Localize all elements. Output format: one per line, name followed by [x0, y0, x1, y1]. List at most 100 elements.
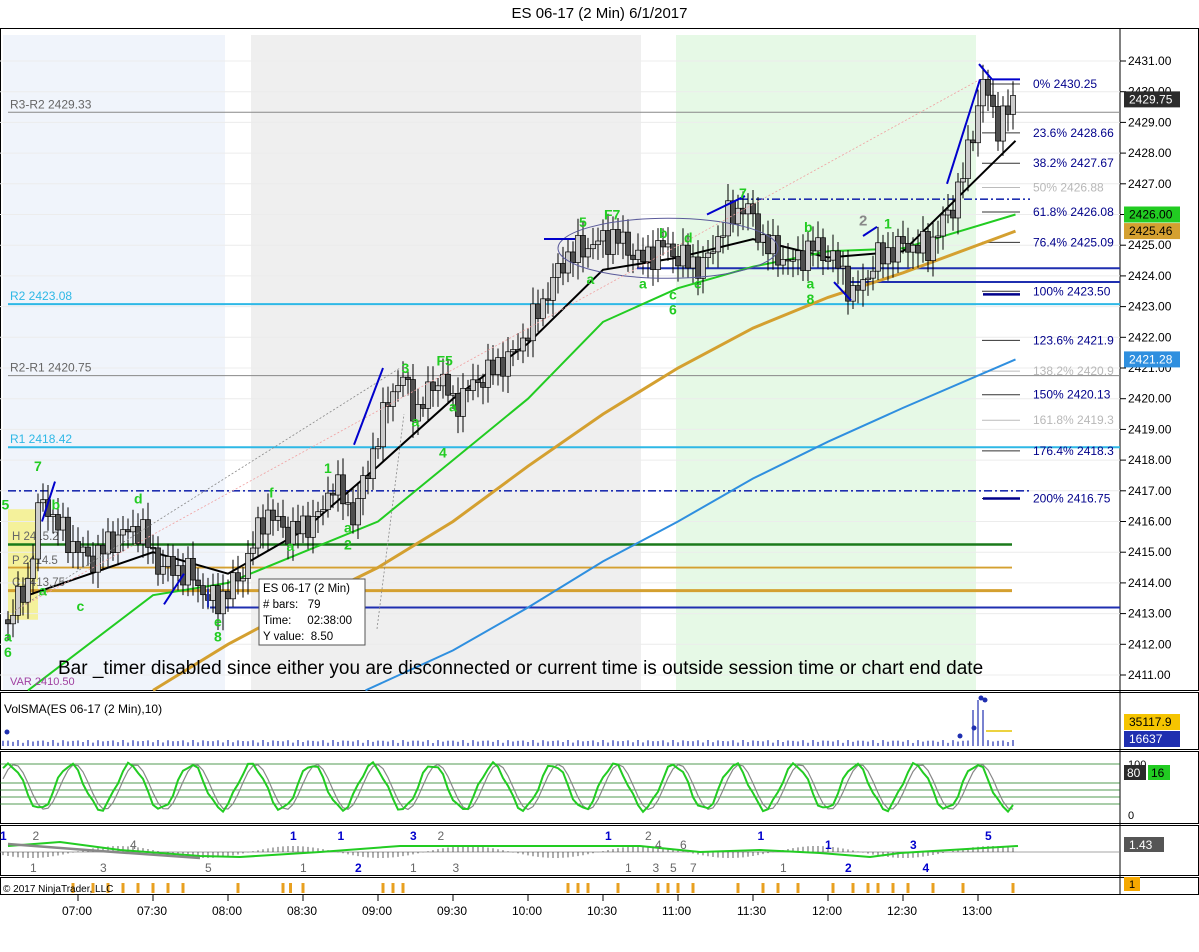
candle-body	[55, 514, 61, 531]
candle-body	[610, 229, 616, 255]
x-tick-label: 07:30	[137, 904, 167, 918]
candle-body	[875, 242, 881, 272]
candle-body	[590, 244, 596, 250]
event-tick	[566, 883, 570, 893]
wave-label: a	[39, 583, 47, 599]
info-box: ES 06-17 (2 Min) # bars: 79 Time: 02:38:…	[258, 578, 366, 646]
volume-tag-label: 16637	[1129, 732, 1163, 746]
event-tick	[151, 883, 155, 893]
wave-label: 4	[439, 444, 447, 460]
wave-label: d	[684, 230, 693, 246]
candle-body	[220, 590, 226, 615]
pivot-label: R1 2418.42	[10, 432, 72, 446]
y-tick-label: 2413.00	[1128, 607, 1172, 621]
candle-body	[1010, 95, 1016, 115]
candle-body	[915, 244, 921, 254]
x-tick-label: 12:30	[887, 904, 917, 918]
chart-area[interactable]: R3-R2 2429.33 R2 2423.08 R2-R1 2420.75 R1 2…	[0, 28, 1199, 952]
candle-body	[195, 579, 201, 586]
count-label: 3	[453, 861, 460, 875]
x-tick-label: 10:30	[587, 904, 617, 918]
event-tick	[136, 883, 140, 893]
candle-body	[840, 265, 846, 269]
pivot-label: R3-R2 2429.33	[10, 97, 92, 111]
y-tick-label: 2427.00	[1128, 177, 1172, 191]
wave-label: a	[587, 271, 595, 287]
fib-label: 38.2% 2427.67	[1033, 156, 1114, 170]
event-tick	[391, 883, 395, 893]
candle-body	[800, 250, 806, 271]
candle-body	[5, 619, 11, 625]
candle-body	[360, 475, 366, 499]
candle-body	[710, 251, 716, 254]
candle-body	[395, 385, 401, 393]
candle-body	[865, 277, 871, 281]
candle-body	[525, 337, 531, 342]
wave-label: b	[52, 497, 61, 513]
candle-body	[120, 529, 126, 536]
fib-label: 0% 2430.25	[1033, 77, 1097, 91]
volume-panel[interactable]	[0, 692, 1199, 750]
candle-body	[440, 373, 446, 387]
wave-label: d	[134, 490, 143, 506]
candle-body	[245, 553, 251, 579]
wave-label: b	[804, 219, 813, 235]
candle-body	[780, 259, 786, 266]
candle-body	[870, 270, 876, 279]
candle-body	[815, 237, 821, 252]
volume-tag-label: 35117.9	[1129, 715, 1172, 729]
candle-body	[25, 578, 31, 603]
candle-body	[30, 558, 36, 579]
candle-body	[330, 492, 336, 496]
x-tick-label: 08:30	[287, 904, 317, 918]
candle-body	[685, 244, 691, 269]
wave-count-panel[interactable]	[0, 825, 1199, 876]
candle-body	[960, 178, 966, 183]
x-tick-label: 09:00	[362, 904, 392, 918]
y-tick-label: 2420.00	[1128, 392, 1172, 406]
wave-label: a	[344, 520, 352, 536]
count-label: 1	[290, 829, 297, 843]
price-tag-label: 2425.46	[1129, 224, 1173, 238]
candle-body	[480, 382, 486, 388]
candle-body	[500, 357, 506, 377]
candle-body	[1000, 105, 1006, 142]
candle-body	[385, 402, 391, 407]
pivot-label: R2-R1 2420.75	[10, 361, 92, 375]
candle-body	[935, 235, 941, 238]
count-label: 6	[680, 838, 687, 852]
candle-body	[625, 231, 631, 256]
fib-label: 76.4% 2425.09	[1033, 235, 1114, 249]
event-tick	[691, 883, 695, 893]
candle-body	[295, 520, 301, 535]
count-label: 1	[338, 829, 345, 843]
fib-label: 123.6% 2421.9	[1033, 333, 1114, 347]
y-tick-label: 2417.00	[1128, 484, 1172, 498]
copyright: © 2017 NinjaTrader, LLC	[3, 884, 113, 895]
candle-body	[150, 547, 156, 550]
info-box-line: ES 06-17 (2 Min)	[263, 583, 350, 595]
event-tick	[281, 883, 285, 893]
candle-body	[655, 240, 661, 270]
count-tag-label: 1.43	[1129, 838, 1153, 852]
candle-body	[465, 388, 471, 391]
count-label: 1	[780, 861, 787, 875]
candle-body	[255, 517, 261, 549]
candle-body	[670, 243, 676, 257]
event-tick	[616, 883, 620, 893]
volume-dot	[982, 697, 988, 703]
candle-body	[460, 388, 466, 417]
osc-tick-label: 0	[1128, 810, 1134, 822]
event-tick	[576, 883, 580, 893]
candle-body	[370, 448, 376, 480]
wave-label: 3	[402, 360, 410, 376]
price-tag-label: 2421.28	[1129, 352, 1173, 366]
candle-body	[40, 499, 46, 504]
candle-body	[400, 376, 406, 386]
count-label: 5	[985, 829, 992, 843]
wave-label: a	[287, 538, 295, 554]
event-panel[interactable]	[0, 877, 1199, 895]
event-tick	[401, 883, 405, 893]
wave-label: a	[449, 398, 457, 414]
x-tick-label: 09:30	[437, 904, 467, 918]
